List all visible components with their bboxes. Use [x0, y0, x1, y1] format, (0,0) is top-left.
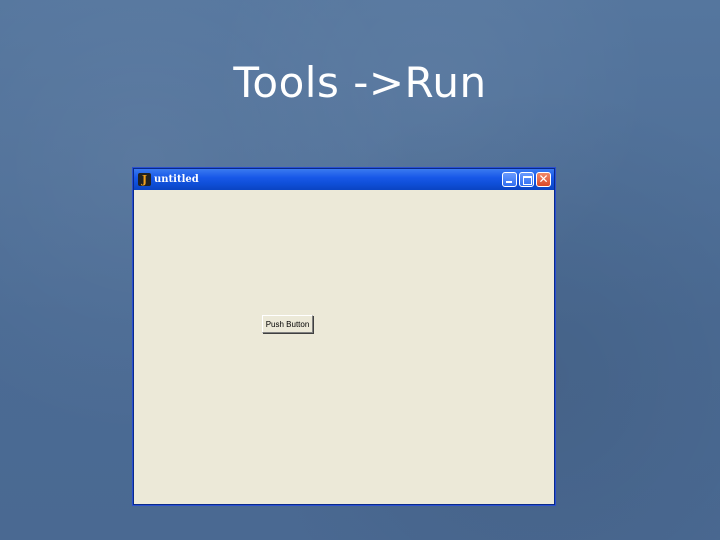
- minimize-button[interactable]: [502, 172, 517, 187]
- matlab-figure-icon: J: [138, 173, 151, 186]
- close-icon: ✕: [538, 172, 549, 186]
- slide-title: Tools ->Run: [233, 58, 487, 107]
- window-title: untitled: [154, 174, 199, 185]
- window-controls: ✕: [502, 172, 551, 187]
- maximize-icon: [523, 176, 532, 185]
- push-button[interactable]: Push Button: [262, 315, 313, 333]
- figure-window: J untitled ✕ Push Button: [133, 168, 555, 505]
- window-titlebar[interactable]: J untitled ✕: [134, 169, 554, 190]
- close-button[interactable]: ✕: [536, 172, 551, 187]
- figure-client-area: Push Button: [134, 190, 554, 504]
- minimize-icon: [506, 181, 512, 183]
- maximize-button[interactable]: [519, 172, 534, 187]
